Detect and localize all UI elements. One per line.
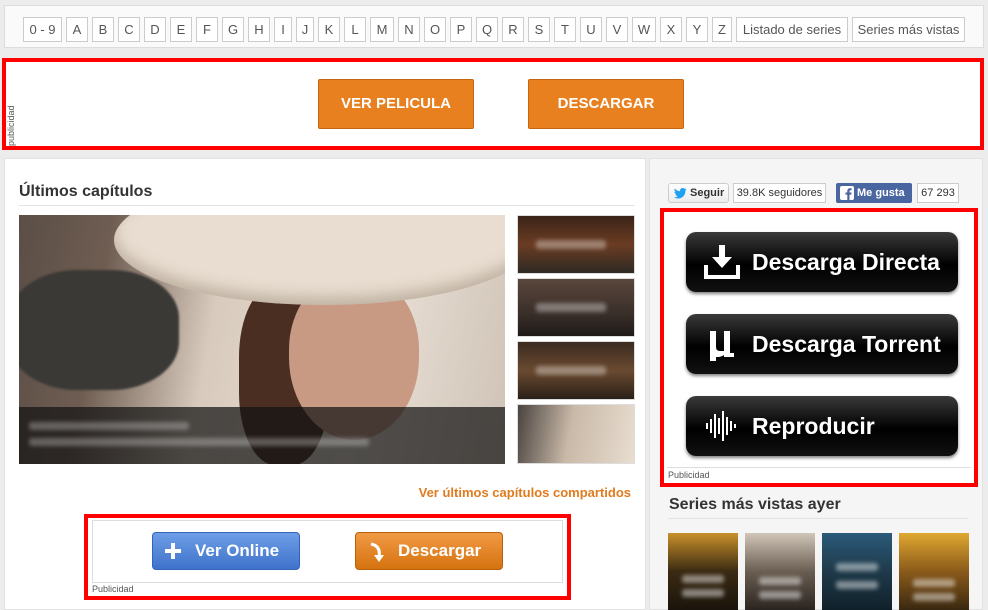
twitter-bird-icon: [674, 188, 687, 199]
more-episodes-link[interactable]: Ver últimos capítulos compartidos: [419, 485, 631, 500]
featured-caption: [19, 407, 505, 464]
thumbnail-4-active[interactable]: [517, 404, 635, 464]
alpha-a[interactable]: A: [66, 17, 88, 42]
alpha-g[interactable]: G: [222, 17, 244, 42]
alphabet-nav: 0 - 9 A B C D E F G H I J K L M N O P Q …: [4, 5, 984, 48]
twitter-followers-count: 39.8K seguidores: [733, 183, 826, 203]
torrent-download-label: Descarga Torrent: [752, 331, 941, 357]
yesterday-title: Series más vistas ayer: [669, 496, 841, 513]
poster-1[interactable]: [668, 533, 738, 610]
facebook-like-button[interactable]: Me gusta: [836, 183, 912, 203]
follow-label: Seguir: [690, 187, 725, 199]
watch-online-label: Ver Online: [195, 541, 280, 560]
alpha-q[interactable]: Q: [476, 17, 498, 42]
bottom-ad-inner: Ver Online Descargar: [92, 520, 563, 583]
alpha-i[interactable]: I: [274, 17, 292, 42]
alpha-f[interactable]: F: [196, 17, 218, 42]
alpha-j[interactable]: J: [296, 17, 314, 42]
alpha-l[interactable]: L: [344, 17, 366, 42]
download-button-bottom[interactable]: Descargar: [355, 532, 503, 570]
alpha-e[interactable]: E: [170, 17, 192, 42]
alpha-z[interactable]: Z: [712, 17, 732, 42]
alpha-s[interactable]: S: [528, 17, 550, 42]
thumbnail-3[interactable]: [517, 341, 635, 400]
alpha-m[interactable]: M: [370, 17, 394, 42]
alpha-p[interactable]: P: [450, 17, 472, 42]
series-list-link[interactable]: Listado de series: [736, 17, 848, 42]
alpha-r[interactable]: R: [502, 17, 524, 42]
alpha-h[interactable]: H: [248, 17, 270, 42]
download-label: Descargar: [398, 541, 482, 560]
yesterday-posters: [668, 533, 969, 610]
thumbnail-1[interactable]: [517, 215, 635, 274]
plus-icon: [165, 543, 181, 559]
alpha-x[interactable]: X: [660, 17, 682, 42]
page: 0 - 9 A B C D E F G H I J K L M N O P Q …: [0, 0, 988, 610]
download-button[interactable]: DESCARGAR: [528, 79, 684, 129]
poster-4[interactable]: [899, 533, 969, 610]
utorrent-icon: [710, 331, 734, 361]
twitter-follow-button[interactable]: Seguir: [668, 183, 729, 203]
download-tray-icon: [704, 245, 740, 279]
ad-label: publicidad: [6, 105, 16, 146]
watch-movie-button[interactable]: VER PELICULA: [318, 79, 474, 129]
facebook-like-count: 67 293: [917, 183, 959, 203]
alpha-t[interactable]: T: [554, 17, 576, 42]
torrent-download-button[interactable]: Descarga Torrent: [686, 314, 958, 374]
play-button[interactable]: Reproducir: [686, 396, 958, 456]
ad-label: Publicidad: [668, 470, 710, 480]
alpha-v[interactable]: V: [606, 17, 628, 42]
alpha-0-9[interactable]: 0 - 9: [23, 17, 62, 42]
section-title: Últimos capítulos: [19, 183, 153, 200]
alpha-d[interactable]: D: [144, 17, 166, 42]
audio-wave-icon: [706, 411, 736, 441]
alpha-w[interactable]: W: [632, 17, 656, 42]
divider: [19, 205, 635, 206]
watch-online-button[interactable]: Ver Online: [152, 532, 300, 570]
alpha-o[interactable]: O: [424, 17, 446, 42]
direct-download-label: Descarga Directa: [752, 249, 940, 275]
like-label: Me gusta: [857, 187, 905, 199]
most-viewed-link[interactable]: Series más vistas: [852, 17, 965, 42]
poster-2[interactable]: [745, 533, 815, 610]
divider: [667, 467, 971, 468]
alpha-u[interactable]: U: [580, 17, 602, 42]
play-label: Reproducir: [752, 413, 875, 439]
facebook-f-icon: [840, 186, 854, 200]
right-ad-banner: Descarga Directa Descarga Torrent Reprod…: [660, 208, 978, 487]
alpha-y[interactable]: Y: [686, 17, 708, 42]
alpha-n[interactable]: N: [398, 17, 420, 42]
poster-3[interactable]: [822, 533, 892, 610]
featured-episode[interactable]: [19, 215, 505, 464]
top-ad-banner: publicidad VER PELICULA DESCARGAR: [2, 58, 984, 150]
alpha-k[interactable]: K: [318, 17, 340, 42]
alpha-b[interactable]: B: [92, 17, 114, 42]
bottom-ad-banner: Ver Online Descargar Publicidad: [84, 514, 571, 600]
alpha-c[interactable]: C: [118, 17, 140, 42]
thumbnail-2[interactable]: [517, 278, 635, 337]
curved-arrow-icon: [370, 542, 384, 562]
ad-label: Publicidad: [92, 584, 134, 594]
divider: [668, 518, 968, 519]
direct-download-button[interactable]: Descarga Directa: [686, 232, 958, 292]
